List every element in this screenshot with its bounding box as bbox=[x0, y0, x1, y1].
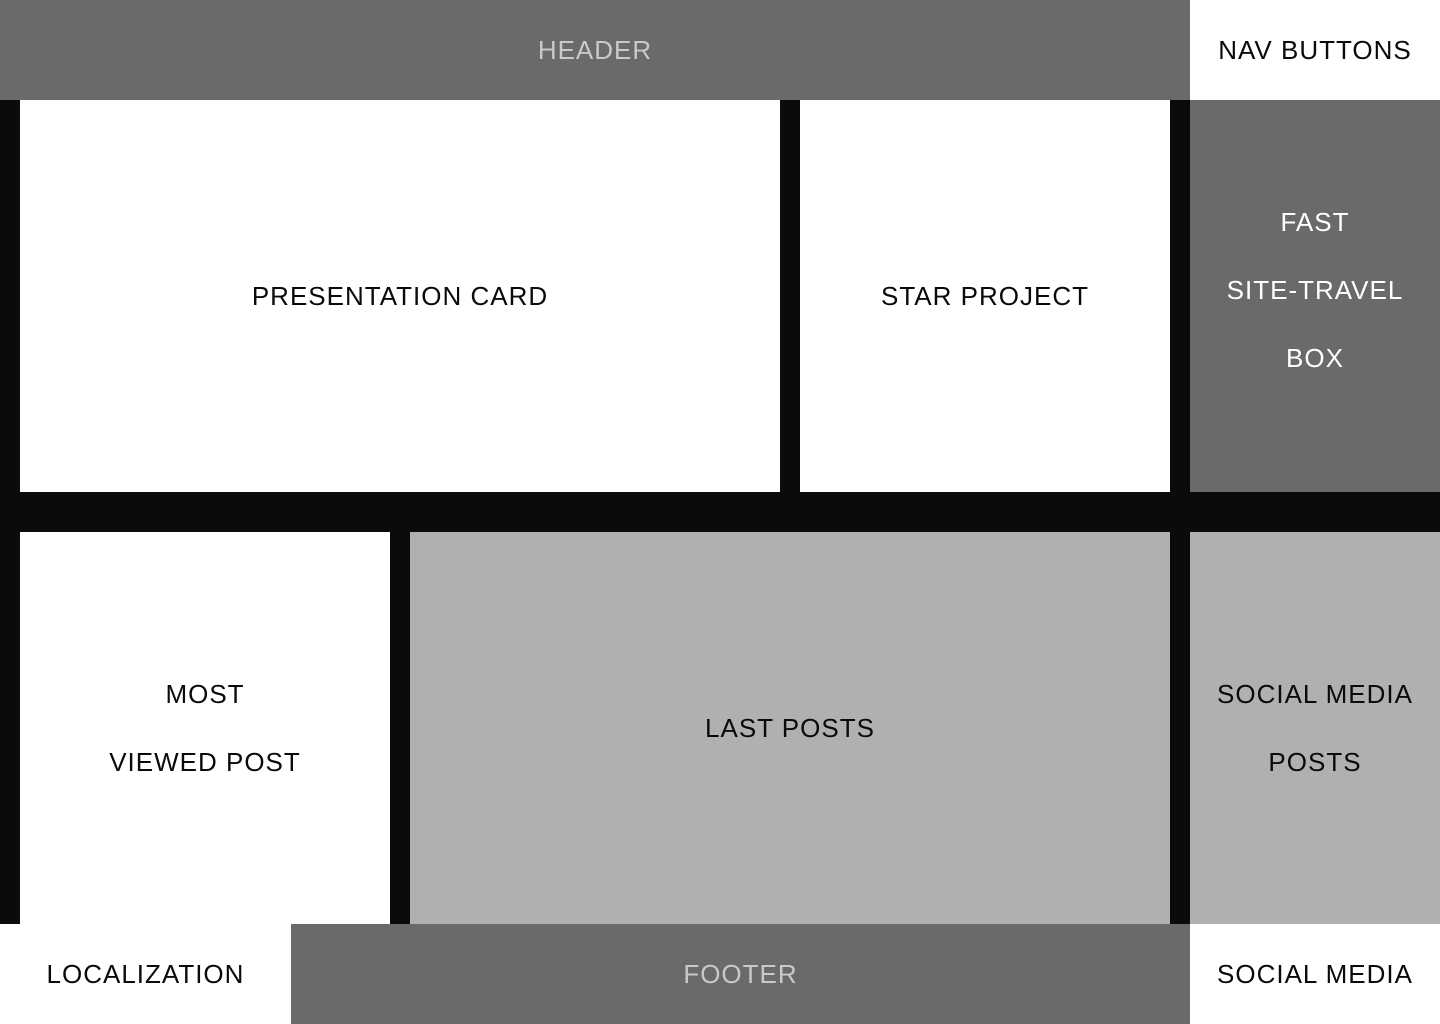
presentation-card-label: PRESENTATION CARD bbox=[251, 281, 549, 311]
localization-label: LOCALIZATION bbox=[46, 959, 245, 989]
social-media-label: SOCIAL MEDIA bbox=[1217, 959, 1413, 989]
header-label: HEADER bbox=[537, 35, 653, 65]
most-viewed-post-line-1: MOST bbox=[165, 679, 245, 709]
social-media-posts-block: SOCIAL MEDIA POSTS bbox=[1190, 532, 1440, 924]
most-viewed-post-label: MOST VIEWED POST bbox=[109, 660, 301, 796]
fast-site-travel-line-2: SITE-TRAVEL bbox=[1226, 275, 1404, 305]
last-posts-label: LAST POSTS bbox=[705, 713, 875, 743]
social-media-block: SOCIAL MEDIA bbox=[1190, 924, 1440, 1024]
fast-site-travel-line-1: FAST bbox=[1280, 207, 1350, 237]
fast-site-travel-box-label: FAST SITE-TRAVEL BOX bbox=[1227, 188, 1404, 392]
most-viewed-post-block: MOST VIEWED POST bbox=[20, 532, 390, 924]
most-viewed-post-line-2: VIEWED POST bbox=[109, 747, 301, 777]
header-block: HEADER bbox=[0, 0, 1190, 100]
social-media-posts-line-1: SOCIAL MEDIA bbox=[1217, 679, 1413, 709]
nav-buttons-label: NAV BUTTONS bbox=[1218, 35, 1412, 65]
star-project-label: STAR PROJECT bbox=[881, 281, 1089, 311]
social-media-posts-label: SOCIAL MEDIA POSTS bbox=[1217, 660, 1413, 796]
fast-site-travel-line-3: BOX bbox=[1286, 343, 1344, 373]
footer-block: FOOTER bbox=[291, 924, 1190, 1024]
last-posts-block: LAST POSTS bbox=[410, 532, 1170, 924]
fast-site-travel-box-block: FAST SITE-TRAVEL BOX bbox=[1190, 100, 1440, 492]
wireframe-layout: HEADER NAV BUTTONS PRESENTATION CARD STA… bbox=[0, 0, 1440, 1024]
presentation-card-block: PRESENTATION CARD bbox=[20, 100, 780, 492]
footer-label: FOOTER bbox=[683, 959, 798, 989]
nav-buttons-block: NAV BUTTONS bbox=[1190, 0, 1440, 100]
social-media-posts-line-2: POSTS bbox=[1268, 747, 1362, 777]
localization-block: LOCALIZATION bbox=[0, 924, 291, 1024]
star-project-block: STAR PROJECT bbox=[800, 100, 1170, 492]
